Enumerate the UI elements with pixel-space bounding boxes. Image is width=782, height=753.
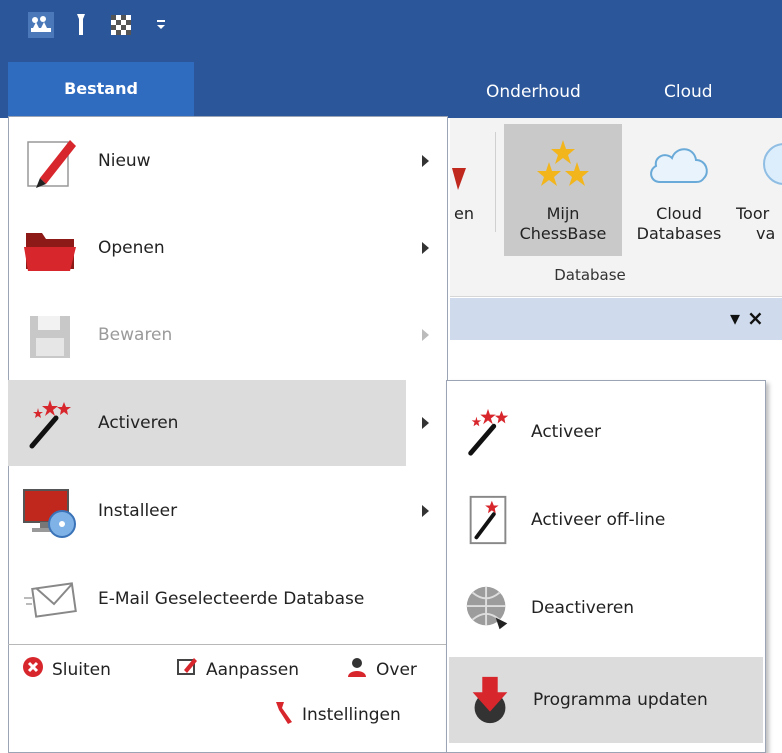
submenu-item-activate[interactable]: Activeer xyxy=(447,389,765,475)
my-chessbase-label-line1: Mijn xyxy=(546,204,580,223)
cloud-databases-label-line1: Cloud xyxy=(656,204,702,223)
menu-item-label: Installeer xyxy=(98,501,178,521)
ribbon-separator xyxy=(495,132,496,232)
board-icon[interactable] xyxy=(108,12,134,38)
menu-divider xyxy=(8,644,448,645)
menu-item-label: E-Mail Geselecteerde Database xyxy=(98,589,365,609)
folder-icon xyxy=(22,221,78,277)
about-label: Over xyxy=(376,659,417,680)
menu-item-label: Activeren xyxy=(98,413,179,433)
partial-ribbon-label: en xyxy=(454,204,474,223)
user-icon xyxy=(346,656,368,683)
cloud-databases-button[interactable]: Cloud Databases xyxy=(624,124,734,256)
submenu-item-deactivate[interactable]: Deactiveren xyxy=(447,565,765,651)
submenu-arrow-icon xyxy=(422,505,429,517)
partial-circle-icon xyxy=(736,124,782,204)
wrench-settings-icon xyxy=(272,700,294,729)
close-button[interactable]: Sluiten xyxy=(22,656,111,683)
settings-button[interactable]: Instellingen xyxy=(272,700,401,729)
partial-button-label-line2: va xyxy=(756,224,776,243)
close-icon xyxy=(22,656,44,683)
activate-submenu: Activeer Activeer off-line Deactiveren P… xyxy=(446,380,766,753)
submenu-item-label: Programma updaten xyxy=(533,690,708,710)
tab-cloud[interactable]: Cloud xyxy=(664,62,713,118)
submenu-item-label: Deactiveren xyxy=(531,598,635,618)
submenu-arrow-icon xyxy=(422,155,429,167)
submenu-item-update-program[interactable]: Programma updaten xyxy=(449,657,763,743)
globe-icon xyxy=(461,581,515,635)
menu-item-label: Nieuw xyxy=(98,151,151,171)
settings-label: Instellingen xyxy=(302,704,401,725)
cloud-icon xyxy=(624,124,734,204)
menu-item-email-database[interactable]: E-Mail Geselecteerde Database xyxy=(8,556,443,642)
menu-item-new[interactable]: Nieuw xyxy=(8,118,443,204)
customize-label: Aanpassen xyxy=(206,659,299,680)
update-arrow-icon xyxy=(463,673,517,727)
ribbon-group-label: Database xyxy=(554,266,626,284)
offline-wand-icon xyxy=(461,493,515,547)
partial-ribbon-button[interactable]: Toor va xyxy=(736,124,782,256)
submenu-item-activate-offline[interactable]: Activeer off-line xyxy=(447,477,765,563)
install-monitor-icon xyxy=(22,484,78,540)
customize-icon xyxy=(176,656,198,683)
about-button[interactable]: Over xyxy=(346,656,417,683)
panel-controls[interactable]: ▾ × xyxy=(730,306,764,330)
my-chessbase-label-line2: ChessBase xyxy=(519,224,607,243)
stars-icon xyxy=(504,124,622,204)
wrench-icon[interactable] xyxy=(68,12,94,38)
menu-item-open[interactable]: Openen xyxy=(8,205,443,291)
tab-onderhoud[interactable]: Onderhoud xyxy=(486,62,581,118)
submenu-item-label: Activeer xyxy=(531,422,602,442)
menu-item-save[interactable]: Bewaren xyxy=(8,292,443,378)
new-document-icon xyxy=(22,134,78,190)
menu-item-activate[interactable]: Activeren xyxy=(8,380,429,466)
menu-item-label: Bewaren xyxy=(98,325,173,345)
magic-wand-icon xyxy=(461,405,515,459)
chess-pieces-icon[interactable] xyxy=(28,12,54,38)
submenu-item-label: Activeer off-line xyxy=(531,510,666,530)
submenu-arrow-icon xyxy=(422,329,429,341)
customize-button[interactable]: Aanpassen xyxy=(176,656,299,683)
envelope-icon xyxy=(22,572,78,628)
tab-file[interactable]: Bestand xyxy=(8,62,194,116)
quick-access-toolbar xyxy=(28,12,174,38)
save-disk-icon xyxy=(22,308,78,364)
customize-quick-access-icon[interactable] xyxy=(148,12,174,38)
close-label: Sluiten xyxy=(52,659,111,680)
menu-item-install[interactable]: Installeer xyxy=(8,468,443,554)
submenu-arrow-icon xyxy=(422,242,429,254)
menu-item-label: Openen xyxy=(98,238,165,258)
submenu-arrow-icon xyxy=(422,417,429,429)
my-chessbase-button[interactable]: Mijn ChessBase xyxy=(504,124,622,256)
partial-button-label-line1: Toor xyxy=(736,204,770,223)
partial-ribbon-icon xyxy=(452,168,466,190)
magic-wand-icon xyxy=(22,396,78,452)
cloud-databases-label-line2: Databases xyxy=(636,224,722,243)
